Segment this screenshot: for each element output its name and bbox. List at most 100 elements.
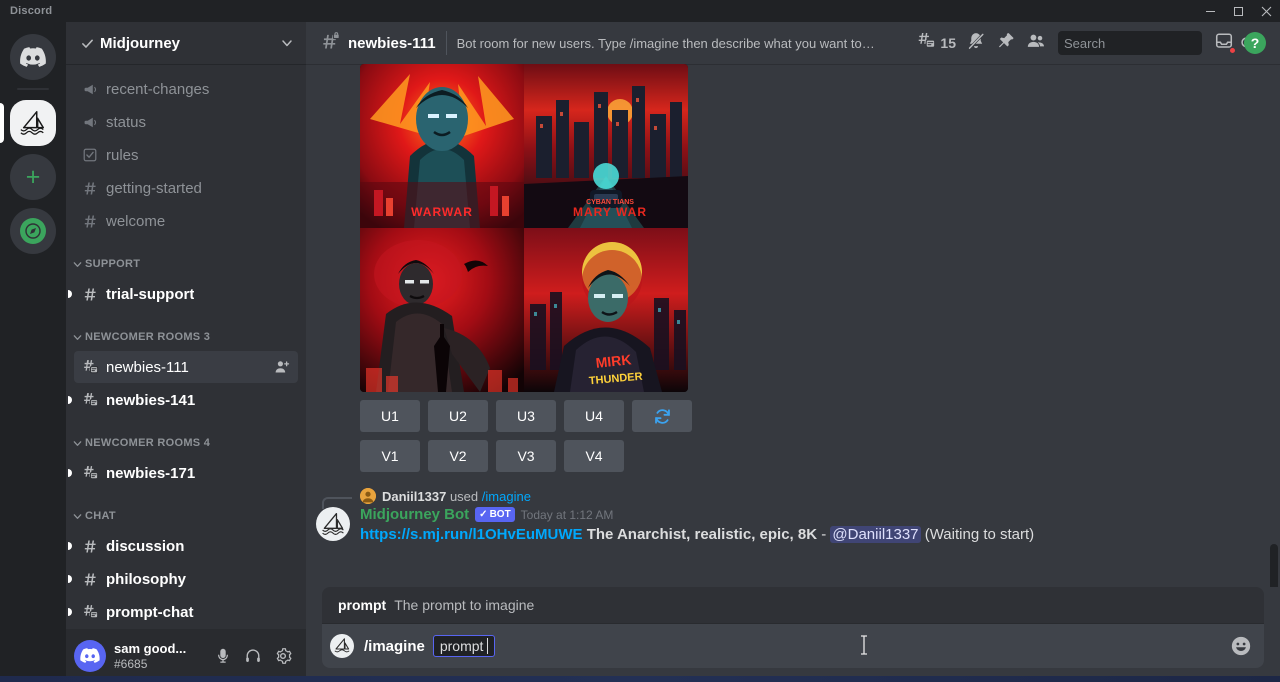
message-author[interactable]: Midjourney Bot [360,506,469,523]
sidebar-item-status[interactable]: status [74,106,298,138]
explore-servers-button[interactable] [0,204,66,258]
upscale-button-row: U1 U2 U3 U4 [360,400,1264,432]
member-list-button[interactable] [1022,29,1050,57]
upscale-u1-button[interactable]: U1 [360,400,420,432]
sidebar-item-label: newbies-111 [106,359,189,376]
unread-indicator [68,542,72,550]
hash-icon [80,569,100,589]
channel-list[interactable]: recent-changes status rules getting-star… [66,64,306,629]
channel-topic: Bot room for new users. Type /imagine th… [457,36,877,51]
message-composer[interactable]: /imagine prompt [322,624,1264,668]
svg-text:MARY WAR: MARY WAR [573,205,647,219]
page-title: newbies-111 [348,35,436,52]
job-link[interactable]: https://s.mj.run/l1OHvEuMUWE [360,526,583,543]
image-tile-2[interactable]: CYBAN TIANS MARY WAR [524,64,688,228]
sidebar-category-support[interactable]: SUPPORT [66,251,306,277]
os-taskbar [0,676,1280,682]
window-maximize-button[interactable] [1224,0,1252,22]
variation-v1-button[interactable]: V1 [360,440,420,472]
add-server-button[interactable]: + [0,150,66,204]
guild-name: Midjourney [100,35,280,52]
sidebar-item-philosophy[interactable]: philosophy [74,563,298,595]
user-mention[interactable]: @Daniil1337 [830,526,920,543]
sidebar-item-prompt-chat[interactable]: prompt-chat [74,596,298,628]
sidebar-item-rules[interactable]: rules [74,139,298,171]
user-info[interactable]: sam good... #6685 [114,641,208,671]
variation-v4-button[interactable]: V4 [564,440,624,472]
sidebar-item-getting-started[interactable]: getting-started [74,172,298,204]
sidebar-item-welcome[interactable]: welcome [74,205,298,237]
message-header: Midjourney Bot ✓ BOT Today at 1:12 AM [360,506,1264,523]
command-reference-line: Daniil1337 used /imagine [360,488,1264,504]
message-scrollbar[interactable] [1270,544,1278,587]
help-button[interactable]: ? [1240,29,1270,57]
server-midjourney[interactable] [0,96,66,150]
unread-indicator [68,469,72,477]
sidebar-category-label: NEWCOMER ROOMS 4 [85,437,210,449]
sidebar-item-label: recent-changes [106,81,209,98]
channel-header: newbies-111 Bot room for new users. Type… [306,22,1280,64]
chevron-down-icon [72,259,83,270]
slash-command-link[interactable]: /imagine [482,489,531,504]
svg-text:WARWAR: WARWAR [411,205,473,219]
upscale-u4-button[interactable]: U4 [564,400,624,432]
gear-icon[interactable] [268,641,298,671]
guild-header[interactable]: Midjourney [66,22,306,64]
sidebar-item-label: newbies-141 [106,392,195,409]
sidebar-item-trial-support[interactable]: trial-support [74,278,298,310]
announcement-icon [80,112,100,132]
threads-button[interactable]: 15 [912,29,960,57]
hash-icon [80,536,100,556]
window-close-button[interactable] [1252,0,1280,22]
hash-icon [80,211,100,231]
sidebar-item-label: trial-support [106,286,194,303]
upscale-u3-button[interactable]: U3 [496,400,556,432]
headphones-icon[interactable] [238,641,268,671]
sidebar-category-label: CHAT [85,510,116,522]
search-box[interactable] [1058,31,1202,55]
sidebar-category-newcomer-rooms-3[interactable]: NEWCOMER ROOMS 3 [66,324,306,350]
home-button[interactable] [0,30,66,84]
reroll-button[interactable] [632,400,692,432]
variation-button-row: V1 V2 V3 V4 [360,440,1264,472]
sidebar-item-label: prompt-chat [106,604,194,621]
pin-icon [996,31,1016,56]
hash-thread-icon [80,357,100,377]
command-option-hint[interactable]: prompt The prompt to imagine [322,587,1264,624]
message-list[interactable]: WARWAR [306,64,1280,587]
command-author[interactable]: Daniil1337 [382,489,446,504]
sidebar-item-recent-changes[interactable]: recent-changes [74,73,298,105]
avatar[interactable] [360,488,376,504]
image-tile-4[interactable]: MIRK THUNDER [524,228,688,392]
avatar[interactable] [316,507,350,541]
sidebar-item-discussion[interactable]: discussion [74,530,298,562]
midjourney-image-grid[interactable]: WARWAR [360,64,688,392]
chevron-down-icon[interactable] [280,36,294,50]
image-tile-3[interactable] [360,228,524,392]
rail-divider [17,88,49,90]
rules-icon [80,145,100,165]
sidebar-item-newbies-171[interactable]: newbies-171 [74,457,298,489]
sidebar-category-chat[interactable]: CHAT [66,503,306,529]
sidebar-item-newbies-111[interactable]: newbies-111 [74,351,298,383]
image-tile-1[interactable]: WARWAR [360,64,524,228]
sidebar-category-newcomer-rooms-4[interactable]: NEWCOMER ROOMS 4 [66,430,306,456]
window-minimize-button[interactable] [1196,0,1224,22]
hash-thread-icon [80,463,100,483]
upscale-u2-button[interactable]: U2 [428,400,488,432]
emoji-icon[interactable] [1228,633,1254,659]
variation-v3-button[interactable]: V3 [496,440,556,472]
microphone-icon[interactable] [208,641,238,671]
inbox-button[interactable] [1210,29,1238,57]
notification-settings-button[interactable] [962,29,990,57]
variation-v2-button[interactable]: V2 [428,440,488,472]
pinned-messages-button[interactable] [992,29,1020,57]
command-param-chip[interactable]: prompt [433,635,496,657]
sidebar-item-newbies-141[interactable]: newbies-141 [74,384,298,416]
add-member-icon[interactable] [274,359,290,375]
header-actions: 15 [912,29,1270,57]
avatar[interactable] [74,640,106,672]
command-option-name: prompt [338,597,386,613]
unread-indicator [68,290,72,298]
inbox-unread-dot [1229,47,1236,54]
